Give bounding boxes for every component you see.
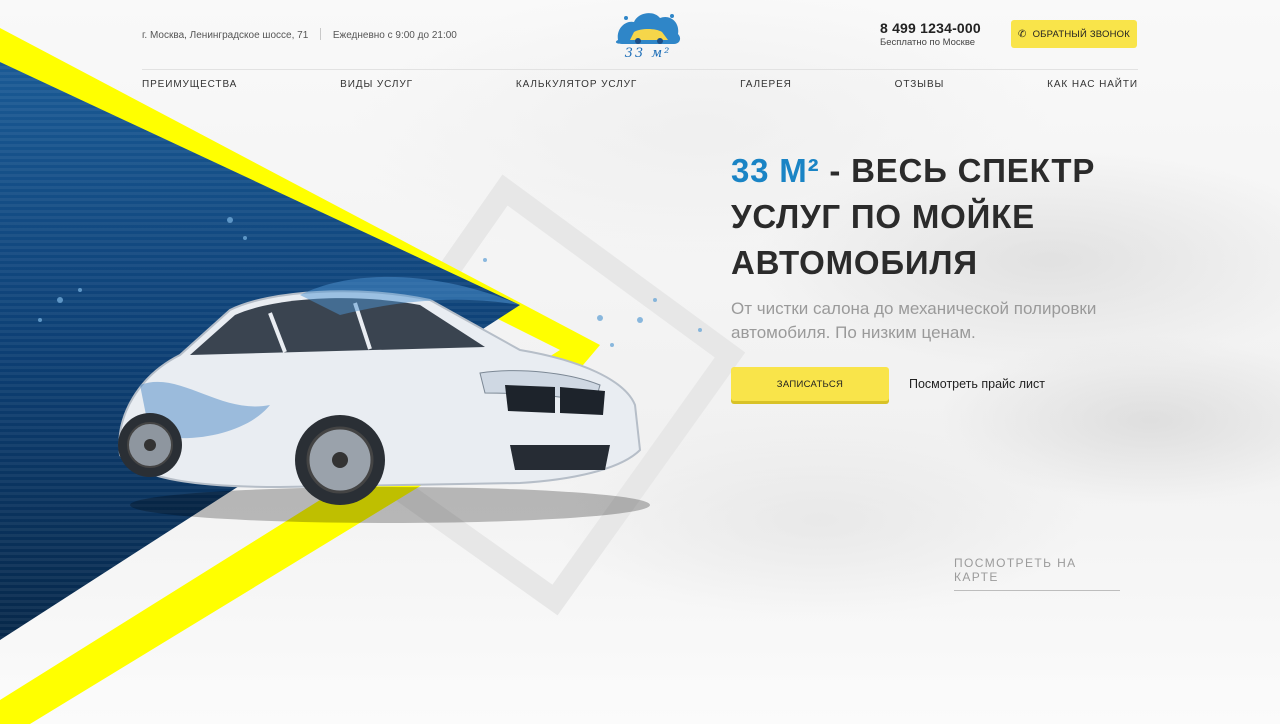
nav-item-advantages[interactable]: ПРЕИМУЩЕСТВА bbox=[142, 79, 237, 90]
nav-item-gallery[interactable]: ГАЛЕРЕЯ bbox=[740, 79, 792, 90]
header: г. Москва, Ленинградское шоссе, 71 Ежедн… bbox=[142, 13, 1138, 61]
divider bbox=[320, 28, 322, 40]
car-illustration bbox=[118, 276, 650, 523]
logo[interactable]: 33 м² bbox=[612, 10, 684, 62]
hero-title-part-1: - ВЕСЬ СПЕКТР bbox=[819, 152, 1096, 189]
nav-item-location[interactable]: КАК НАС НАЙТИ bbox=[1047, 79, 1138, 90]
car-wash-logo-icon bbox=[615, 13, 681, 45]
address-bar: г. Москва, Ленинградское шоссе, 71 Ежедн… bbox=[142, 28, 457, 41]
phone-number[interactable]: 8 499 1234-000 bbox=[880, 20, 981, 36]
address-text: г. Москва, Ленинградское шоссе, 71 bbox=[142, 30, 309, 41]
view-map-link[interactable]: ПОСМОТРЕТЬ НА КАРТЕ bbox=[954, 556, 1120, 591]
hero-title: 33 М² - ВЕСЬ СПЕКТР УСЛУГ ПО МОЙКЕ АВТОМ… bbox=[731, 148, 1151, 286]
nav-item-calculator[interactable]: КАЛЬКУЛЯТОР УСЛУГ bbox=[516, 79, 637, 90]
phone-block: 8 499 1234-000 Бесплатно по Москве bbox=[880, 20, 981, 48]
nav-item-reviews[interactable]: ОТЗЫВЫ bbox=[895, 79, 945, 90]
hero-subtitle-line-2: автомобиля. По низким ценам. bbox=[731, 323, 976, 342]
header-divider bbox=[142, 69, 1138, 70]
price-list-link[interactable]: Посмотреть прайс лист bbox=[909, 377, 1045, 391]
logo-text: 33 м² bbox=[624, 46, 672, 61]
callback-button[interactable]: ✆ ОБРАТНЫЙ ЗВОНОК bbox=[1011, 20, 1137, 48]
hero-actions: ЗАПИСАТЬСЯ Посмотреть прайс лист bbox=[731, 367, 1045, 401]
hero-title-accent: 33 М² bbox=[731, 152, 820, 189]
hero-title-part-3: АВТОМОБИЛЯ bbox=[731, 244, 978, 281]
phone-icon: ✆ bbox=[1018, 28, 1027, 40]
main-nav: ПРЕИМУЩЕСТВА ВИДЫ УСЛУГ КАЛЬКУЛЯТОР УСЛУ… bbox=[142, 79, 1138, 90]
signup-button[interactable]: ЗАПИСАТЬСЯ bbox=[731, 367, 889, 401]
phone-note: Бесплатно по Москве bbox=[880, 37, 976, 48]
hero: 33 М² - ВЕСЬ СПЕКТР УСЛУГ ПО МОЙКЕ АВТОМ… bbox=[731, 148, 1151, 345]
nav-item-services[interactable]: ВИДЫ УСЛУГ bbox=[340, 79, 413, 90]
callback-label: ОБРАТНЫЙ ЗВОНОК bbox=[1032, 28, 1130, 40]
hero-title-part-2: УСЛУГ ПО МОЙКЕ bbox=[731, 198, 1035, 235]
hero-subtitle: От чистки салона до механической полиров… bbox=[731, 297, 1151, 345]
working-hours: Ежедневно с 9:00 до 21:00 bbox=[332, 30, 457, 41]
hero-subtitle-line-1: От чистки салона до механической полиров… bbox=[731, 299, 1097, 318]
